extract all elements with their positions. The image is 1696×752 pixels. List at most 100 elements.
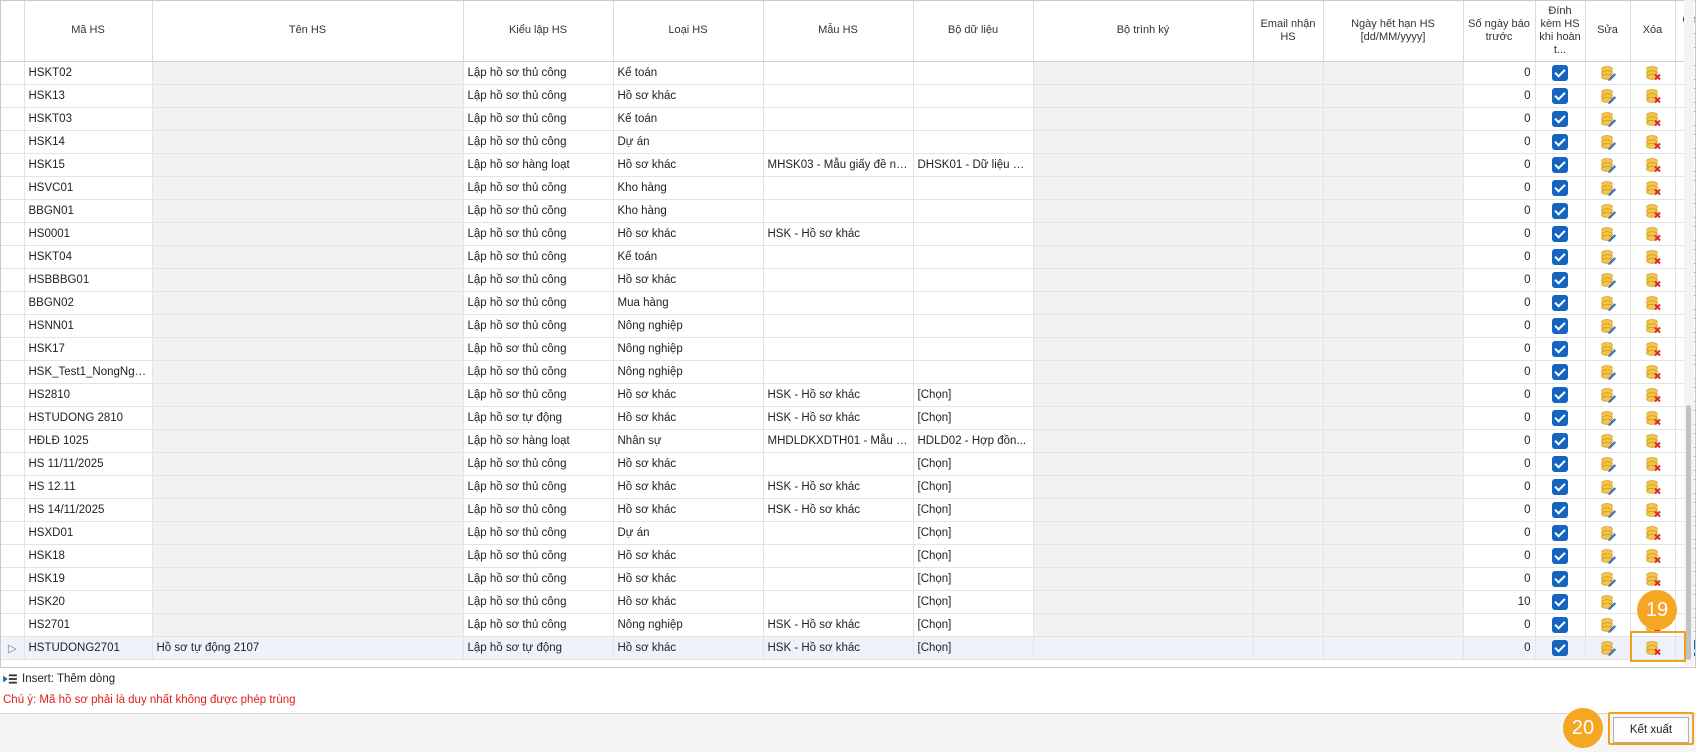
cell-ngayhethan[interactable] (1323, 383, 1464, 407)
table-row[interactable]: HSVC01 Lập hồ sơ thủ công Kho hàng 0 (1, 176, 1695, 200)
cell-ten[interactable] (152, 429, 464, 453)
cell-kieu[interactable]: Lập hồ sơ thủ công (463, 590, 614, 614)
row-indicator[interactable] (1, 452, 25, 476)
cell-email[interactable] (1253, 107, 1324, 131)
edit-icon[interactable] (1600, 88, 1616, 104)
attach-checkbox[interactable] (1552, 294, 1568, 311)
cell-xoa[interactable] (1630, 475, 1676, 499)
cell-songay[interactable]: 0 (1463, 452, 1536, 476)
table-row[interactable]: BBGN01 Lập hồ sơ thủ công Kho hàng 0 (1, 199, 1695, 223)
table-row[interactable]: HSTUDONG 2810 Lập hồ sơ tự động Hồ sơ khác… (1, 406, 1695, 430)
edit-icon[interactable] (1600, 318, 1616, 334)
cell-ma[interactable]: HS0001 (24, 222, 153, 246)
cell-trinhky[interactable] (1033, 613, 1254, 637)
row-indicator[interactable]: ▷ (1, 636, 25, 660)
cell-xoa[interactable] (1630, 84, 1676, 108)
cell-loai[interactable]: Hồ sơ khác (613, 498, 764, 522)
cell-dinhkem[interactable] (1535, 452, 1586, 476)
cell-email[interactable] (1253, 636, 1324, 660)
header-trinhky[interactable]: Bộ trình ký (1033, 1, 1254, 62)
cell-xoa[interactable] (1630, 61, 1676, 85)
cell-mau[interactable] (763, 291, 914, 315)
cell-sua[interactable] (1585, 337, 1631, 361)
cell-ma[interactable]: BBGN01 (24, 199, 153, 223)
cell-ngayhethan[interactable] (1323, 245, 1464, 269)
row-indicator[interactable] (1, 544, 25, 568)
cell-ten[interactable] (152, 475, 464, 499)
cell-kieu[interactable]: Lập hồ sơ thủ công (463, 498, 614, 522)
header-mau[interactable]: Mẫu HS (763, 1, 914, 62)
row-indicator[interactable] (1, 84, 25, 108)
cell-ngayhethan[interactable] (1323, 61, 1464, 85)
edit-icon[interactable] (1600, 341, 1616, 357)
cell-sua[interactable] (1585, 636, 1631, 660)
attach-checkbox[interactable] (1552, 64, 1568, 81)
cell-sua[interactable] (1585, 222, 1631, 246)
attach-checkbox[interactable] (1552, 547, 1568, 564)
cell-xoa[interactable] (1630, 406, 1676, 430)
row-indicator[interactable] (1, 314, 25, 338)
cell-songay[interactable]: 0 (1463, 84, 1536, 108)
cell-mau[interactable] (763, 268, 914, 292)
cell-trinhky[interactable] (1033, 176, 1254, 200)
cell-ngayhethan[interactable] (1323, 613, 1464, 637)
cell-ten[interactable] (152, 383, 464, 407)
cell-dinhkem[interactable] (1535, 314, 1586, 338)
cell-ma[interactable]: HSK19 (24, 567, 153, 591)
cell-songay[interactable]: 0 (1463, 567, 1536, 591)
cell-ten[interactable] (152, 314, 464, 338)
cell-ma[interactable]: HSK15 (24, 153, 153, 177)
cell-sua[interactable] (1585, 429, 1631, 453)
row-indicator[interactable] (1, 498, 25, 522)
delete-icon[interactable] (1645, 295, 1661, 310)
cell-ten[interactable] (152, 130, 464, 154)
table-row[interactable]: HS0001 Lập hồ sơ thủ công Hồ sơ khác HSK - … (1, 222, 1695, 246)
cell-songay[interactable]: 0 (1463, 498, 1536, 522)
cell-xoa[interactable] (1630, 452, 1676, 476)
row-indicator[interactable] (1, 406, 25, 430)
cell-bo[interactable]: [Chọn] (913, 475, 1034, 499)
cell-loai[interactable]: Nông nghiệp (613, 337, 764, 361)
attach-checkbox[interactable] (1552, 432, 1568, 449)
cell-ten[interactable] (152, 406, 464, 430)
header-xoa[interactable]: Xóa (1630, 1, 1676, 62)
cell-sua[interactable] (1585, 268, 1631, 292)
cell-dinhkem[interactable] (1535, 291, 1586, 315)
attach-checkbox[interactable] (1552, 179, 1568, 196)
cell-bo[interactable] (913, 199, 1034, 223)
cell-sua[interactable] (1585, 245, 1631, 269)
cell-xoa[interactable] (1630, 291, 1676, 315)
cell-sua[interactable] (1585, 291, 1631, 315)
cell-mau[interactable] (763, 245, 914, 269)
delete-icon[interactable] (1645, 65, 1661, 80)
attach-checkbox[interactable] (1552, 317, 1568, 334)
attach-checkbox[interactable] (1552, 202, 1568, 219)
header-songay[interactable]: Số ngày báo trước (1463, 1, 1536, 62)
cell-songay[interactable]: 0 (1463, 130, 1536, 154)
cell-loai[interactable]: Kho hàng (613, 176, 764, 200)
cell-sua[interactable] (1585, 590, 1631, 614)
cell-xoa[interactable] (1630, 521, 1676, 545)
cell-ten[interactable] (152, 291, 464, 315)
cell-ngayhethan[interactable] (1323, 567, 1464, 591)
cell-bo[interactable]: [Chọn] (913, 636, 1034, 660)
table-row[interactable]: HSXD01 Lập hồ sơ thủ công Dự án [Chọn] 0 (1, 521, 1695, 545)
cell-ten[interactable] (152, 498, 464, 522)
cell-mau[interactable] (763, 84, 914, 108)
delete-icon[interactable] (1645, 226, 1661, 241)
table-row[interactable]: HSKT04 Lập hồ sơ thủ công Kế toán 0 (1, 245, 1695, 269)
cell-songay[interactable]: 0 (1463, 475, 1536, 499)
cell-mau[interactable] (763, 61, 914, 85)
cell-sua[interactable] (1585, 406, 1631, 430)
delete-icon[interactable] (1645, 571, 1661, 586)
table-row[interactable]: HS 12.11 Lập hồ sơ thủ công Hồ sơ khác HSK … (1, 475, 1695, 499)
cell-mau[interactable] (763, 176, 914, 200)
header-kieu[interactable]: Kiểu lập HS (463, 1, 614, 62)
cell-ma[interactable]: HSNN01 (24, 314, 153, 338)
delete-icon[interactable] (1645, 479, 1661, 494)
attach-checkbox[interactable] (1552, 225, 1568, 242)
row-indicator[interactable] (1, 337, 25, 361)
cell-ma[interactable]: HSTUDONG 2810 (24, 406, 153, 430)
cell-loai[interactable]: Nông nghiệp (613, 613, 764, 637)
row-indicator[interactable] (1, 245, 25, 269)
